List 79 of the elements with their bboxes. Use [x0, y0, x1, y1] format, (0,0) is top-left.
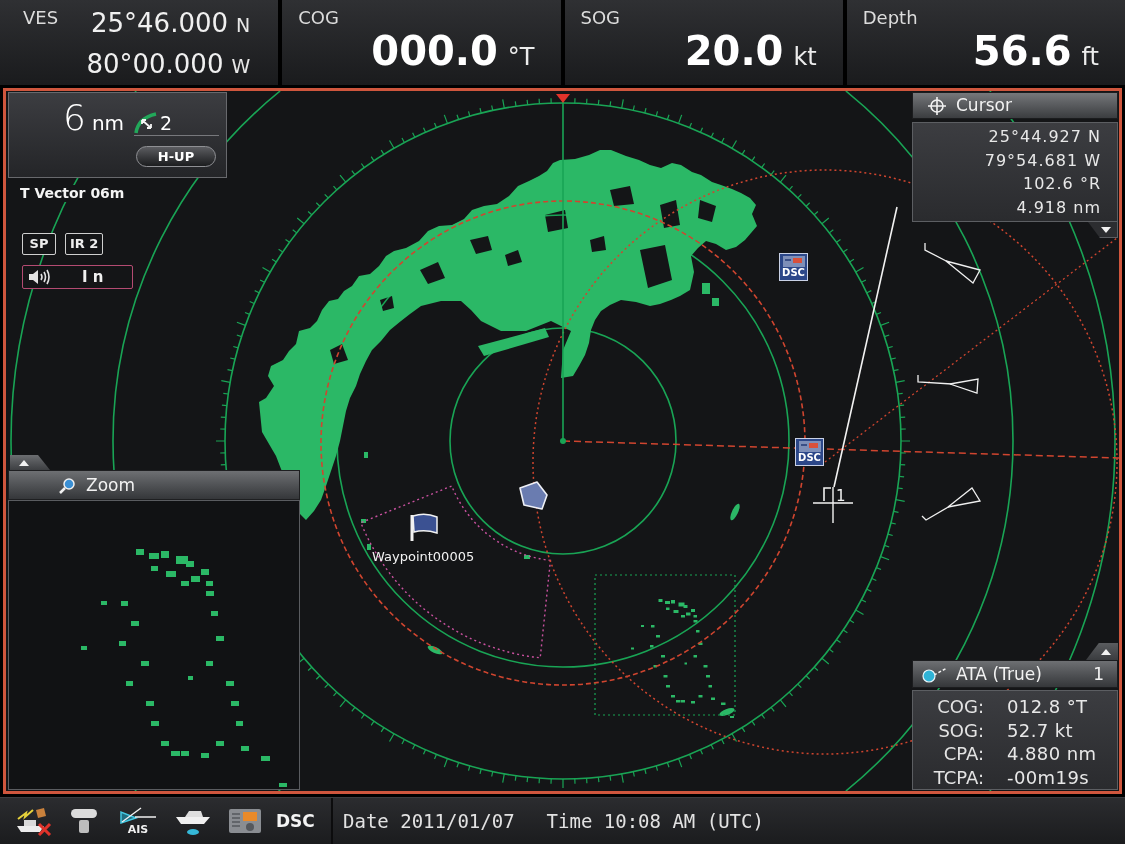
radio-icon [782, 256, 805, 267]
readout-value: 000.0 [371, 31, 498, 71]
dsc-label: DSC [782, 267, 805, 279]
triangle-target-icon [119, 806, 157, 824]
cursor-title: Cursor [956, 97, 1012, 114]
dsc-label: DSC [798, 452, 821, 464]
ata-field-value: 012.8 °T [1007, 695, 1089, 719]
hemisphere-label: W [231, 54, 251, 79]
radar-echo [478, 328, 549, 356]
target-dot-icon [922, 665, 948, 683]
ata-field-value: 4.880 nm [1007, 742, 1098, 766]
longitude-value: 80°00.000 [86, 48, 224, 80]
radar-echo [364, 452, 368, 458]
waypoint-label: Waypoint00005 [372, 549, 475, 564]
target-triangle-icon [921, 487, 982, 521]
date-text: Date 2011/01/07 [343, 811, 515, 831]
orientation-button[interactable]: H-UP [136, 146, 216, 167]
radar-echo [367, 544, 371, 550]
heading-marker [556, 94, 570, 103]
collapse-tab[interactable] [1086, 643, 1118, 660]
caret-up-icon [1101, 648, 1111, 655]
readout-label: VES [23, 7, 59, 30]
readout-label: COG [298, 7, 340, 29]
hemisphere-label: N [236, 13, 251, 38]
time-text: Time 10:08 AM (UTC) [546, 811, 764, 831]
vector-mode-label: T Vector 06m [20, 185, 125, 202]
radar-echo [702, 283, 719, 306]
radar-echo [719, 708, 735, 716]
caret-up-icon [19, 459, 29, 466]
readout-value: 20.0 [684, 31, 784, 71]
radio-icon[interactable] [228, 807, 262, 835]
flag-icon [410, 513, 438, 541]
cursor-readout: 25°44.927 N [988, 126, 1101, 148]
cursor-readout: 4.918 nm [1016, 196, 1101, 219]
ata-field-value: -00m19s [1007, 765, 1091, 789]
search-icon [59, 476, 76, 494]
radio-icon [798, 441, 821, 452]
cursor-readout: 102.6 °R [1023, 173, 1101, 195]
readout-unit: ft [1081, 42, 1099, 73]
readout-label: SOG [580, 7, 622, 29]
range-rings-icon [134, 112, 159, 134]
target-bracket-icon [823, 487, 832, 502]
range-value: 6 [63, 101, 86, 135]
readout-unit: kt [793, 42, 817, 73]
radar-echo [524, 555, 530, 559]
crosshair-icon [928, 96, 946, 115]
mode-tag: IR 2 [65, 233, 104, 255]
range-unit: nm [91, 112, 125, 134]
readout-value: 56.6 [972, 31, 1072, 71]
target-triangle-icon [924, 242, 981, 284]
latitude-value: 25°46.000 [90, 7, 229, 39]
collapse-tab[interactable] [10, 455, 50, 470]
mode-tag: SP [22, 233, 56, 255]
expand-tab[interactable] [1088, 222, 1118, 238]
ais-button[interactable]: AIS [119, 806, 157, 836]
ata-target-count: 1 [1093, 665, 1104, 683]
radar-echo [427, 645, 443, 655]
audio-level-text: I n [82, 269, 104, 285]
boat-alert-icon[interactable] [14, 806, 54, 836]
radar-echo [730, 503, 740, 521]
radar-antenna-icon[interactable] [70, 806, 98, 836]
ata-field-value: 52.7 kt [1007, 718, 1075, 742]
crosshair-icon [812, 486, 854, 524]
ring-count: 2 [160, 112, 173, 134]
target-triangle-icon [917, 374, 979, 394]
zoom-title: Zoom [86, 476, 135, 494]
ata-field-label: SOG: [937, 718, 984, 742]
ata-title: ATA (True) [956, 665, 1042, 683]
target-marker-icon [519, 481, 548, 510]
own-ship-dot [560, 438, 566, 444]
ata-field-label: COG: [936, 695, 984, 719]
caret-down-icon [1101, 226, 1111, 233]
ata-field-label: CPA: [942, 742, 984, 766]
target-number: 1 [836, 487, 846, 505]
cursor-readout: 79°54.681 W [984, 149, 1101, 172]
readout-unit: °T [507, 42, 535, 73]
ata-field-label: TCPA: [932, 765, 984, 789]
readout-label: Depth [862, 7, 919, 29]
dsc-button[interactable]: DSC [276, 812, 315, 830]
